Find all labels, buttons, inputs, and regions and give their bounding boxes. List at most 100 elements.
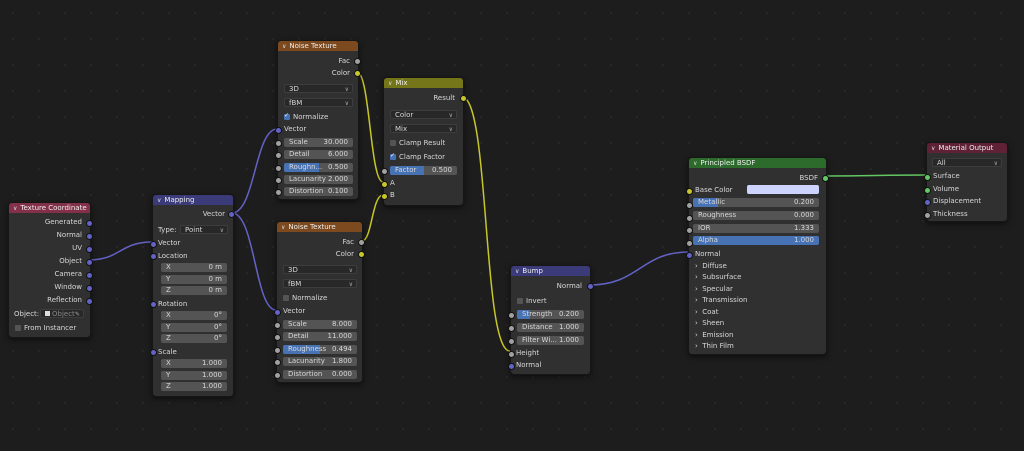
socket-distance[interactable] <box>508 325 515 332</box>
scale-y[interactable]: Y 1.000 <box>161 371 227 380</box>
eyedropper-icon[interactable]: ✎ <box>75 310 80 319</box>
socket-thickness[interactable] <box>924 212 931 219</box>
distortion-field[interactable]: Distortion 0.100 <box>284 187 353 196</box>
rotation-x[interactable]: X 0° <box>161 311 227 320</box>
socket-normal[interactable] <box>86 233 93 240</box>
alpha-field[interactable]: Alpha 1.000 <box>693 236 819 245</box>
panel-coat[interactable]: › Coat <box>695 308 718 316</box>
mix-node[interactable]: ∨Mix Result Color∨ Mix∨ Clamp Result Cla… <box>381 77 467 206</box>
chevron-down-icon[interactable]: ∨ <box>13 204 17 213</box>
chevron-down-icon[interactable]: ∨ <box>693 159 697 168</box>
node-header[interactable]: ∨ Texture Coordinate <box>9 203 90 213</box>
socket-metallic[interactable] <box>686 202 693 209</box>
node-header[interactable]: ∨ Mix <box>384 78 463 88</box>
socket-scale[interactable] <box>150 349 157 356</box>
socket-result[interactable] <box>460 95 467 102</box>
node-header[interactable]: ∨ Material Output <box>927 143 1007 153</box>
node-header[interactable]: ∨ Bump <box>511 266 590 276</box>
location-y[interactable]: Y0 m <box>161 275 227 284</box>
filter-width-field[interactable]: Filter Wi... 1.000 <box>517 336 584 345</box>
principled-bsdf-node[interactable]: ∨ Principled BSDF BSDF Base Color Metalli… <box>686 157 829 355</box>
socket-factor[interactable] <box>381 168 388 175</box>
socket-roughness[interactable] <box>686 215 693 222</box>
socket-base-color[interactable] <box>686 188 693 195</box>
socket-b[interactable] <box>381 193 388 200</box>
socket-alpha[interactable] <box>686 240 693 247</box>
target-dropdown[interactable]: All ∨ <box>932 158 1002 167</box>
socket-scale[interactable] <box>275 140 282 147</box>
normalize-checkbox[interactable] <box>283 295 289 301</box>
type-dropdown[interactable]: Point ∨ <box>180 225 228 234</box>
chevron-down-icon[interactable]: ∨ <box>515 267 519 276</box>
clamp-result-checkbox[interactable] <box>390 140 396 146</box>
chevron-down-icon[interactable]: ∨ <box>281 223 285 232</box>
scale-field[interactable]: Scale 8.000 <box>283 320 357 329</box>
socket-fac[interactable] <box>358 239 365 246</box>
blend-mode-dropdown[interactable]: Mix ∨ <box>390 124 457 133</box>
rotation-y[interactable]: Y 0° <box>161 323 227 332</box>
socket-normal-out[interactable] <box>587 283 594 290</box>
socket-normal-in[interactable] <box>508 363 515 370</box>
socket-volume[interactable] <box>924 187 931 194</box>
panel-sheen[interactable]: › Sheen <box>695 319 724 327</box>
socket-vector-in[interactable] <box>274 309 281 316</box>
socket-scale[interactable] <box>274 322 281 329</box>
socket-normal[interactable] <box>686 252 693 259</box>
socket-detail[interactable] <box>274 334 281 341</box>
node-header[interactable]: ∨ Principled BSDF <box>689 158 826 168</box>
chevron-down-icon[interactable]: ∨ <box>282 42 286 51</box>
socket-reflection[interactable] <box>86 298 93 305</box>
distance-field[interactable]: Distance 1.000 <box>517 323 584 332</box>
ior-field[interactable]: IOR 1.333 <box>693 224 819 233</box>
strength-field[interactable]: Strength 0.200 <box>517 310 584 319</box>
socket-uv[interactable] <box>86 246 93 253</box>
from-instancer-checkbox[interactable] <box>15 325 21 331</box>
socket-rotation[interactable] <box>150 301 157 308</box>
base-color-swatch[interactable] <box>747 185 819 194</box>
dimensions-dropdown[interactable]: 3D ∨ <box>283 265 357 274</box>
socket-distortion[interactable] <box>275 189 282 196</box>
socket-lacunarity[interactable] <box>275 177 282 184</box>
chevron-down-icon[interactable]: ∨ <box>931 144 935 153</box>
scale-field[interactable]: Scale 30.000 <box>284 138 353 147</box>
socket-fac[interactable] <box>354 58 361 65</box>
panel-transmission[interactable]: › Transmission <box>695 296 748 304</box>
node-header[interactable]: ∨ Noise Texture <box>278 41 358 51</box>
data-type-dropdown[interactable]: Color ∨ <box>390 110 457 119</box>
socket-displacement[interactable] <box>924 199 931 206</box>
roughness-field[interactable]: Roughness 0.000 <box>693 211 819 220</box>
panel-subsurface[interactable]: › Subsurface <box>695 273 741 281</box>
mapping-node[interactable]: ∨ Mapping Vector Type: Point ∨ Vector Loca… <box>150 194 235 397</box>
chevron-down-icon[interactable]: ∨ <box>157 196 161 205</box>
socket-generated[interactable] <box>86 220 93 227</box>
clamp-factor-checkbox[interactable] <box>390 152 396 160</box>
factor-field[interactable]: Factor 0.500 <box>390 166 457 175</box>
socket-surface[interactable] <box>924 174 931 181</box>
noise-texture-node-1[interactable]: ∨Noise Texture Fac Color 3D∨ fBM∨ Normal… <box>275 40 361 200</box>
socket-color[interactable] <box>358 251 365 258</box>
distortion-field[interactable]: Distortion 0.000 <box>283 370 357 379</box>
socket-lacunarity[interactable] <box>274 359 281 366</box>
bump-node[interactable]: ∨ Bump Normal Invert Strength 0.200 Distan… <box>508 265 594 375</box>
noise-type-dropdown[interactable]: fBM ∨ <box>284 98 353 107</box>
detail-field[interactable]: Detail 11.000 <box>283 332 357 341</box>
object-picker[interactable]: Object ✎ <box>40 309 84 318</box>
socket-window[interactable] <box>86 285 93 292</box>
scale-z[interactable]: Z 1.000 <box>161 382 227 391</box>
socket-filter-width[interactable] <box>508 338 515 345</box>
invert-checkbox[interactable] <box>517 298 523 304</box>
socket-strength[interactable] <box>508 312 515 319</box>
socket-color[interactable] <box>354 70 361 77</box>
socket-camera[interactable] <box>86 272 93 279</box>
socket-distortion[interactable] <box>274 372 281 379</box>
noise-type-dropdown[interactable]: fBM ∨ <box>283 279 357 288</box>
panel-specular[interactable]: › Specular <box>695 285 733 293</box>
detail-field[interactable]: Detail 6.000 <box>284 150 353 159</box>
socket-detail[interactable] <box>275 152 282 159</box>
socket-height[interactable] <box>508 351 515 358</box>
panel-diffuse[interactable]: › Diffuse <box>695 262 727 270</box>
socket-roughness[interactable] <box>275 165 282 172</box>
socket-bsdf[interactable] <box>822 175 829 182</box>
lacunarity-field[interactable]: Lacunarity 1.800 <box>283 357 357 366</box>
socket-vector-in[interactable] <box>275 127 282 134</box>
